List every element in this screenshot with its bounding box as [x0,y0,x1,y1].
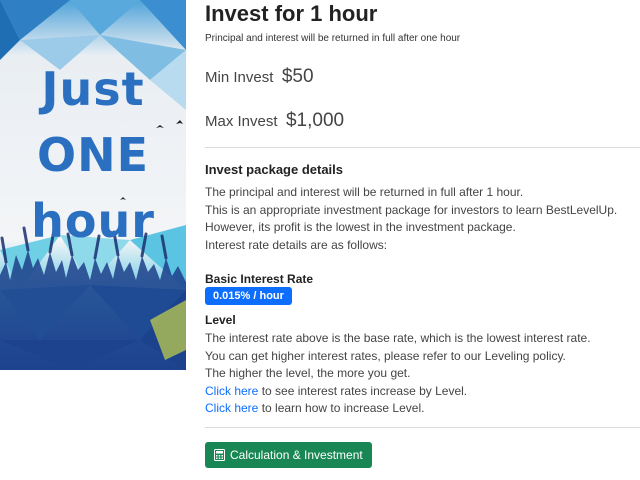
details-heading: Invest package details [205,162,344,177]
calculation-investment-label: Calculation & Investment [230,448,363,462]
rates-by-level-link-suffix: to see interest rates increase by Level. [258,383,468,398]
level-heading: Level [205,313,236,327]
rates-by-level-link[interactable]: Click here [205,384,258,398]
increase-level-link[interactable]: Click here [205,401,258,415]
max-invest-label: Max Invest [205,113,278,130]
basic-rate-heading: Basic Interest Rate [205,272,314,286]
details-line: Interest rate details are as follows: [205,237,388,252]
level-line: The interest rate above is the base rate… [205,331,591,345]
package-subtitle: Principal and interest will be returned … [205,33,461,44]
details-line: However, its profit is the lowest in the… [205,220,516,234]
interest-rate-badge: 0.015% / hour [205,287,292,305]
min-invest-value: $50 [281,66,314,87]
max-invest-value: $1,000 [285,110,345,131]
package-title: Invest for 1 hour [205,1,378,26]
min-invest-row: Min Invest $50 [205,66,314,88]
banner-word-just: Just [41,62,145,116]
banner-word-one: ONE [36,128,150,182]
level-line: The higher the level, the more you get. [205,366,411,380]
calculator-icon [214,449,225,461]
level-link-line-1: Click here to see interest rates increas… [205,383,591,401]
details-description: The principal and interest will be retur… [205,184,617,254]
banner-word-hour: hour [31,194,155,248]
divider [205,427,640,428]
calculation-investment-button[interactable]: Calculation & Investment [205,442,372,468]
level-line: You can get higher interest rates, pleas… [205,348,566,363]
increase-level-link-suffix: to learn how to increase Level. [258,401,425,415]
package-banner-image: Just ONE hour [0,0,186,370]
level-link-line-2: Click here to learn how to increase Leve… [205,400,591,418]
divider [205,147,640,148]
level-description: The interest rate above is the base rate… [205,330,591,418]
min-invest-label: Min Invest [205,69,274,86]
details-line: The principal and interest will be retur… [205,185,524,199]
details-line: This is an appropriate investment packag… [205,202,618,217]
max-invest-row: Max Invest $1,000 [205,110,344,132]
banner-artwork [0,0,186,370]
